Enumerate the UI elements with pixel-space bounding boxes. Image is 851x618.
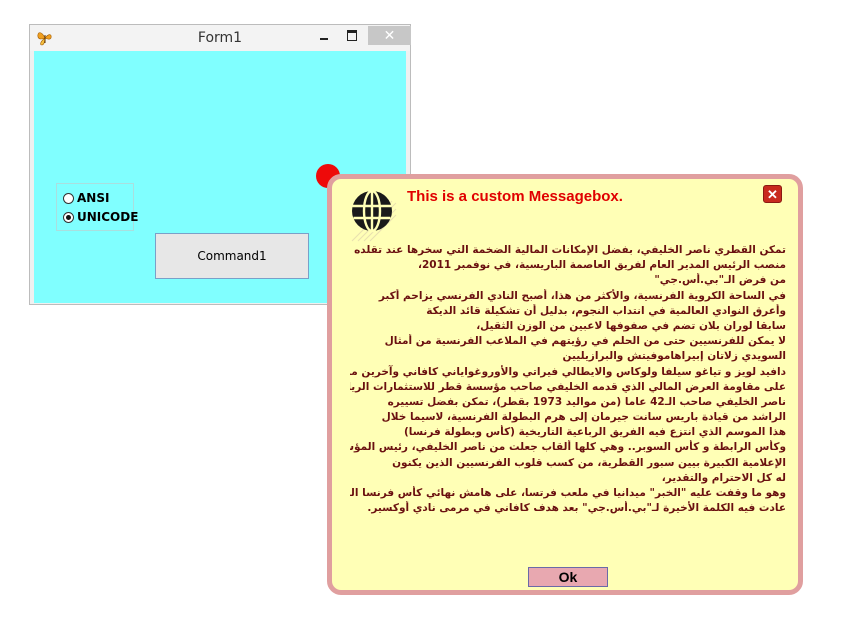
- message-line: وهو ما وقفت عليه "الخبر" ميدانيا في ملعب…: [350, 487, 786, 499]
- message-line: في الساحة الكروية الفرنسية، والأكثر من ه…: [378, 289, 786, 302]
- message-line: سابقا لوران بلان تضم في صفوفها لاعبين من…: [476, 319, 786, 332]
- title-bar[interactable]: Form1 ✕: [30, 25, 411, 51]
- radio-unicode[interactable]: UNICODE: [63, 209, 138, 225]
- message-line: عادت فيه الكلمة الأخيرة لـ"بي.أس.جي" بعد…: [367, 502, 786, 515]
- encoding-radio-group: ANSI UNICODE: [56, 183, 138, 231]
- messagebox-title: This is a custom Messagebox.: [407, 188, 623, 205]
- message-line: على مقاومة العرض المالي الذي قدمه الخليف…: [350, 380, 786, 393]
- message-line: لا يمكن للفرنسيين حتى من الحلم في رؤيتهم…: [384, 335, 786, 348]
- close-icon: ✕: [383, 27, 396, 43]
- minimize-button[interactable]: [311, 26, 337, 46]
- maximize-button[interactable]: [339, 26, 365, 46]
- radio-ansi-label: ANSI: [77, 191, 110, 205]
- radio-unicode-label: UNICODE: [77, 210, 139, 224]
- message-line: ناصر الخليفي صاحب الـ42 عاما (من مواليد …: [387, 395, 786, 408]
- message-line: هذا الموسم الذي انتزع فيه الفريق الرباعي…: [403, 426, 786, 439]
- message-line: السويدي زلاتان إبيراهاموفيتش والبرازيليي…: [562, 350, 786, 363]
- message-line: وأعرق النوادي العالمية في انتداب النجوم،…: [426, 304, 786, 317]
- message-line: وكأس الرابطة و كأس السوبر.. وهي كلها ألق…: [350, 441, 786, 454]
- message-line: تمكن القطري ناصر الخليفي، بفضل الإمكانات…: [354, 244, 786, 256]
- close-icon: ✕: [767, 187, 778, 202]
- globe-icon: [351, 189, 397, 242]
- radio-ansi[interactable]: ANSI: [63, 190, 109, 206]
- message-line: منصب الرئيس المدير العام لفريق العاصمة ا…: [418, 259, 786, 272]
- message-line: الراشد من قيادة باريس سانت جيرمان إلى هر…: [381, 411, 786, 424]
- message-line: الإعلامية الكبيرة بيين سبور القطرية، من …: [392, 456, 786, 469]
- command1-button[interactable]: Command1: [155, 233, 309, 279]
- ok-button[interactable]: Ok: [528, 567, 608, 587]
- close-button[interactable]: ✕: [368, 26, 411, 45]
- messagebox-text: تمكن القطري ناصر الخليفي، بفضل الإمكانات…: [350, 243, 786, 543]
- message-line: من فرض الـ"بي.أس.جي": [654, 274, 786, 287]
- custom-messagebox: This is a custom Messagebox. ✕ تمكن القط…: [327, 174, 803, 595]
- message-line: له كل الاحترام والتقدير،: [661, 471, 786, 484]
- messagebox-close-button[interactable]: ✕: [763, 185, 782, 203]
- radio-unicode-indicator[interactable]: [63, 211, 74, 223]
- message-line: دافيد لويز و تياغو سيلفا ولوكاس والايطال…: [350, 365, 786, 378]
- radio-ansi-indicator[interactable]: [63, 192, 74, 204]
